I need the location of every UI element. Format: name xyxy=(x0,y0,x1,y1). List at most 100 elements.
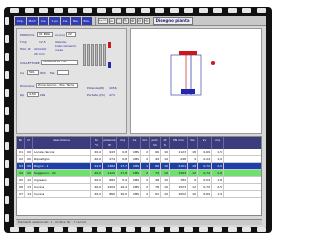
home-icon[interactable]: ⌂ xyxy=(108,17,115,24)
table-cell: 17,8 xyxy=(117,170,129,176)
column-unit-label: W xyxy=(108,143,111,147)
column-header-label: PN mm xyxy=(173,138,184,142)
toolbar-button-imp[interactable]: Imp. xyxy=(15,16,26,25)
radiator-fin xyxy=(91,44,94,66)
table-cell: 1204 xyxy=(103,184,117,190)
plan-drawing-area[interactable] xyxy=(130,28,262,134)
column-header[interactable]: tn °C xyxy=(91,137,103,149)
refresh-icon[interactable]: ⟲ xyxy=(143,17,150,24)
table-cell: Cucina xyxy=(33,191,91,197)
column-header-label: Nr xyxy=(18,138,23,142)
table-cell: 05 xyxy=(17,177,25,183)
model-field[interactable]: 01 BRG xyxy=(37,32,53,37)
film-hole xyxy=(53,8,63,13)
film-hole xyxy=(5,88,9,97)
radiator-fin xyxy=(87,44,90,66)
film-hole xyxy=(227,8,237,13)
radiator-illustration xyxy=(81,34,113,78)
table-row[interactable]: 04 00 Soggiorno - 01 20,0 1122 17,8 CBS 2 74 10 13… xyxy=(17,170,261,177)
table-row[interactable]: 07 14 Cucina 20,0 860 16,0 CBS 2 62 10 1052 10 0,69 1… xyxy=(17,191,261,198)
table-cell: 00 xyxy=(25,170,33,176)
column-header[interactable]: potenza W xyxy=(103,137,117,149)
film-hole xyxy=(5,196,9,205)
column-header[interactable]: kv xyxy=(198,137,212,149)
column-unit-label: l/h xyxy=(153,143,157,147)
film-hole xyxy=(82,227,92,232)
table-cell: 10 xyxy=(161,184,170,190)
ca-field[interactable]: 501 xyxy=(27,70,39,75)
power-label: Potenza(W) xyxy=(87,86,105,90)
toolbar-button-morf[interactable]: Morf. xyxy=(26,16,39,25)
column-header[interactable]: mq xyxy=(117,137,129,149)
collector-label: COLLETTORE xyxy=(20,61,40,65)
table-row[interactable]: 05 12 Ingresso 20,0 682 5,9 CBS 2 48 10 782 9 0,54 1,… xyxy=(17,177,261,184)
radiator-fin xyxy=(83,44,86,66)
table-cell: 10 xyxy=(161,156,170,162)
table-cell: 9 xyxy=(188,177,198,183)
column-header[interactable]: mq xyxy=(212,137,224,149)
model-label: MOD/COL xyxy=(20,33,35,37)
zoom-in-icon[interactable]: ⊕ xyxy=(129,17,136,24)
ca-label: Ca xyxy=(20,71,24,75)
draw-plan-button[interactable]: Disegno pianta xyxy=(152,16,193,25)
film-hole xyxy=(5,142,9,151)
table-row[interactable]: 01 00 Locale deccia 20,0 943 0,8 CBS 2 66 10 1123 1… xyxy=(17,149,261,156)
direction-field[interactable]: Zona Giorno - Pos. Terra xyxy=(36,83,78,88)
element-field[interactable]: 22 xyxy=(66,32,76,37)
toolbar-button-ins-2[interactable]: Ins. xyxy=(60,16,71,25)
ma-label: Ma xyxy=(50,71,55,75)
table-cell: 16,4 xyxy=(117,184,129,190)
column-header[interactable]: dt K xyxy=(161,137,170,149)
ma-field[interactable] xyxy=(57,70,69,75)
column-header[interactable]: N xyxy=(25,137,33,149)
column-header[interactable]: PN mm xyxy=(170,137,188,149)
table-cell: 2,6 xyxy=(212,170,224,176)
film-hole xyxy=(213,227,223,232)
collector-shape xyxy=(181,89,195,94)
column-header[interactable]: Cs xyxy=(129,137,141,149)
table-cell: 2,5 xyxy=(212,184,224,190)
table-cell: 2101 xyxy=(170,163,188,169)
valve-red-icon xyxy=(108,42,111,48)
select-icon[interactable]: ⬚ xyxy=(115,17,122,24)
table-cell: 0,69 xyxy=(198,191,212,197)
table-cell: 20,0 xyxy=(91,184,103,190)
film-perforations-bottom xyxy=(10,226,266,233)
toolbar-separator xyxy=(94,16,96,25)
node-marker xyxy=(211,61,215,65)
table-cell: 782 xyxy=(170,177,188,183)
toolbar-button-1ps[interactable]: 1 ps xyxy=(49,16,60,25)
zoom-out-icon[interactable]: ⊖ xyxy=(136,17,143,24)
toolbar-button-ris[interactable]: Ris. xyxy=(71,16,81,25)
dp-field[interactable]: 4,59 xyxy=(27,92,39,97)
table-cell: 2 xyxy=(141,149,150,155)
column-header[interactable]: No xyxy=(188,137,198,149)
table-row[interactable]: 02 00 Ripostiglio 20,0 274 0,8 CBS 2 49 10 248 4 0,2… xyxy=(17,156,261,163)
toolbar-field-fg[interactable]: Inp. FG xyxy=(97,17,108,24)
table-cell: 0,69 xyxy=(198,149,212,155)
table-cell: 12 xyxy=(188,184,198,190)
table-cell: 78 xyxy=(150,184,161,190)
toolbar-button-ins[interactable]: Ins. xyxy=(39,16,49,25)
column-header[interactable]: descrizione xyxy=(33,137,91,149)
film-hole xyxy=(155,8,165,13)
film-hole xyxy=(169,227,179,232)
film-hole xyxy=(256,227,266,232)
table-cell: 0,8 xyxy=(117,149,129,155)
collector-select[interactable]: Collettore da 3/4" 2 Vie xyxy=(41,60,78,65)
table-cell: CBS xyxy=(129,184,141,190)
table-row[interactable]: 06 13 Cucina 20,0 1204 16,4 CBS 2 78 10 1523 12 0,72… xyxy=(17,184,261,191)
table-cell: 06 xyxy=(17,184,25,190)
table-cell: 10 xyxy=(161,170,170,176)
column-header[interactable]: Nr xyxy=(17,137,25,149)
table-cell: 20,0 xyxy=(91,191,103,197)
column-header[interactable]: Vol. xyxy=(141,137,150,149)
column-header[interactable]: port. l/h xyxy=(150,137,161,149)
table-cell: 12 xyxy=(25,177,33,183)
toolbar-button-pos[interactable]: Pos. xyxy=(81,16,92,25)
edit-icon[interactable]: ✎ xyxy=(122,17,129,24)
film-hole xyxy=(5,213,9,222)
status-bar: Elementi selezionati: 1 - Ordine: Nr - 7… xyxy=(16,219,262,225)
table-cell: 12 xyxy=(188,170,198,176)
table-row[interactable]: 03 00 Bagno - 1 24,0 1482 17,7 CBS 1 86 10 2101 18 0… xyxy=(17,163,261,170)
